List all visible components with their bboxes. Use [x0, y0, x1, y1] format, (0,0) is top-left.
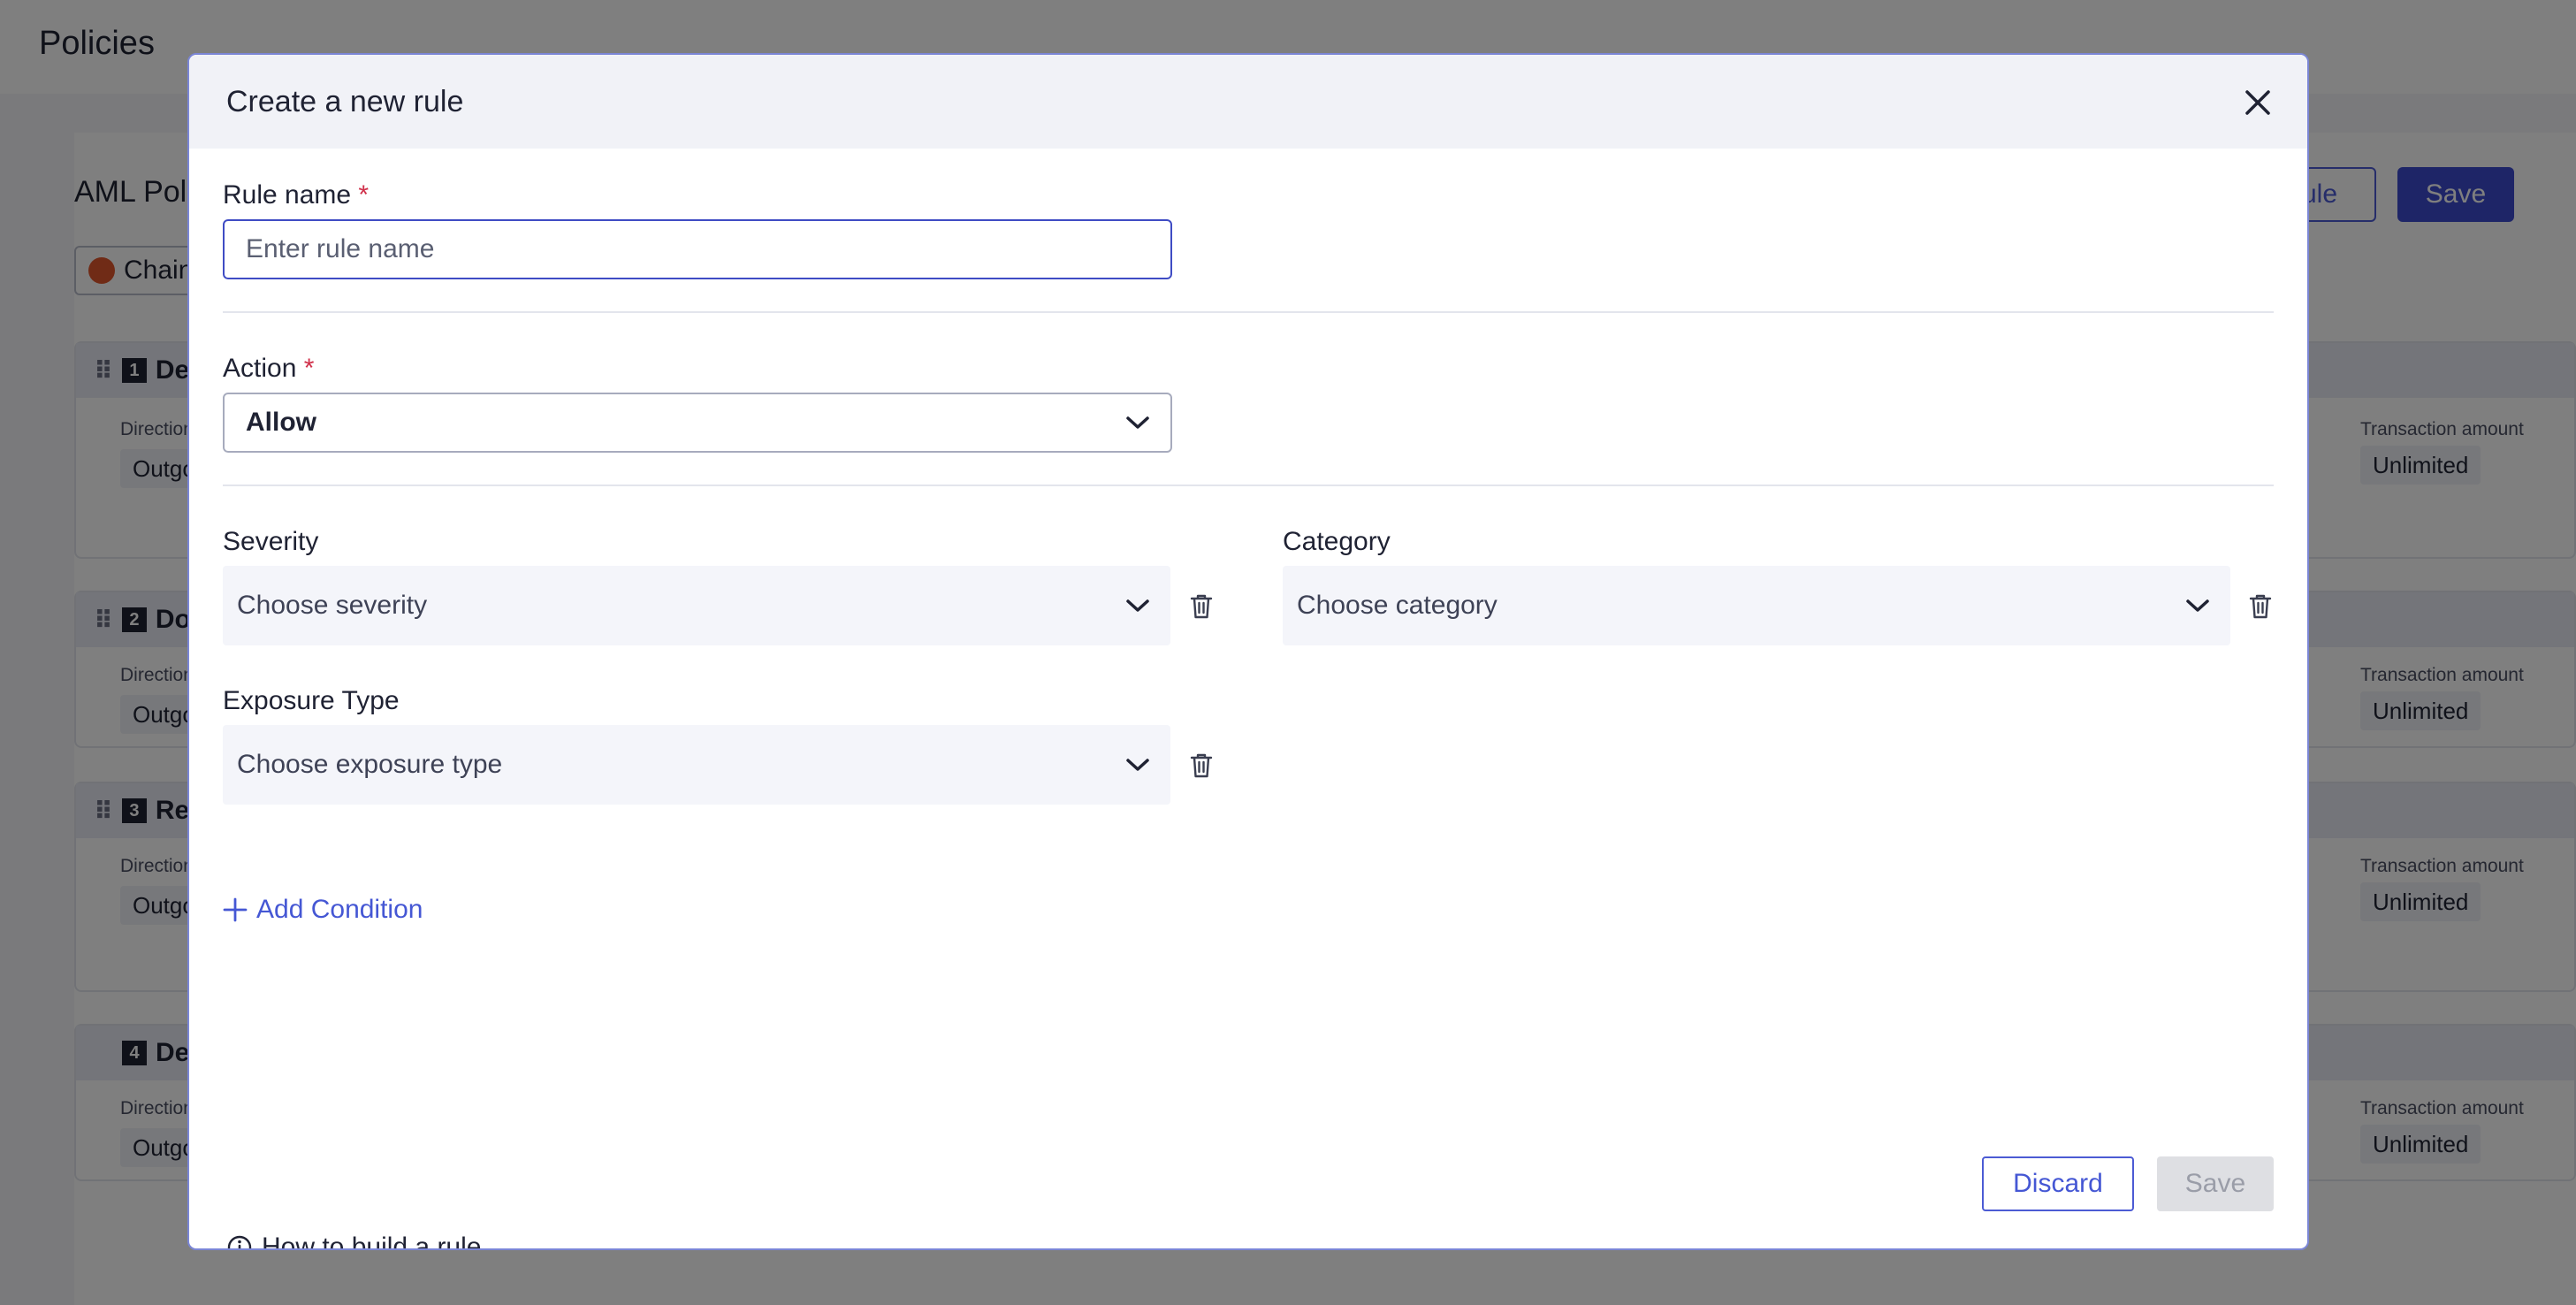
close-icon[interactable]: [2240, 85, 2275, 120]
divider: [223, 485, 2274, 486]
required-mark: *: [303, 354, 315, 383]
category-placeholder: Choose category: [1297, 591, 1498, 620]
rule-name-label: Rule name *: [223, 180, 369, 210]
chevron-down-icon: [2186, 599, 2209, 612]
chevron-down-icon: [1126, 416, 1149, 429]
severity-placeholder: Choose severity: [237, 591, 428, 620]
action-label-text: Action: [223, 354, 297, 383]
rule-name-label-text: Rule name: [223, 180, 352, 210]
how-to-build-rule-label: How to build a rule: [262, 1232, 482, 1250]
action-select[interactable]: Allow: [223, 393, 1172, 453]
chevron-down-icon: [1126, 599, 1149, 612]
exposure-type-placeholder: Choose exposure type: [237, 750, 503, 779]
plus-icon: [223, 897, 248, 922]
exposure-type-select[interactable]: Choose exposure type: [223, 725, 1170, 805]
delete-category-trash-icon[interactable]: [2247, 592, 2274, 621]
severity-select[interactable]: Choose severity: [223, 566, 1170, 645]
save-button[interactable]: Save: [2157, 1156, 2274, 1211]
modal-header: Create a new rule: [189, 55, 2307, 149]
category-label: Category: [1283, 527, 1391, 556]
action-label: Action *: [223, 354, 314, 384]
add-condition-button[interactable]: Add Condition: [223, 895, 423, 925]
exposure-type-label: Exposure Type: [223, 686, 400, 715]
required-mark: *: [358, 180, 370, 210]
chevron-down-icon: [1126, 759, 1149, 771]
how-to-build-rule-link[interactable]: How to build a rule: [226, 1232, 482, 1250]
action-selected-value: Allow: [246, 408, 316, 437]
discard-button[interactable]: Discard: [1982, 1156, 2134, 1211]
severity-label: Severity: [223, 527, 319, 556]
info-icon: [227, 1235, 252, 1248]
category-select[interactable]: Choose category: [1283, 566, 2230, 645]
rule-name-input[interactable]: [223, 219, 1172, 279]
modal-title: Create a new rule: [226, 85, 464, 118]
create-rule-modal: Create a new rule Rule name * Action * A…: [187, 53, 2309, 1250]
delete-exposure-type-trash-icon[interactable]: [1188, 752, 1215, 780]
delete-severity-trash-icon[interactable]: [1188, 592, 1215, 621]
divider: [223, 311, 2274, 313]
add-condition-label: Add Condition: [256, 895, 423, 924]
